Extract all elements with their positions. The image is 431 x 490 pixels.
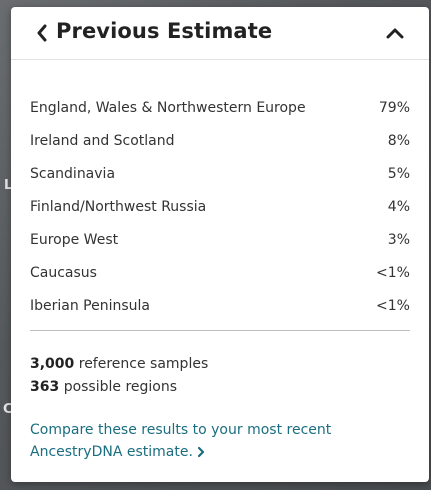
panel-header: Previous Estimate bbox=[11, 7, 429, 60]
back-button[interactable] bbox=[33, 21, 51, 45]
compare-link-text: Compare these results to your most recen… bbox=[30, 422, 332, 460]
region-name: Europe West bbox=[30, 231, 119, 248]
list-item: Scandinavia 5% bbox=[30, 157, 410, 190]
list-item: Finland/Northwest Russia 4% bbox=[30, 190, 410, 223]
list-item: Europe West 3% bbox=[30, 223, 410, 256]
stats-block: 3,000 reference samples 363 possible reg… bbox=[30, 353, 208, 399]
region-percent: <1% bbox=[376, 264, 410, 281]
region-list: England, Wales & Northwestern Europe 79%… bbox=[30, 91, 410, 322]
region-percent: 5% bbox=[387, 165, 410, 182]
panel-title: Previous Estimate bbox=[56, 19, 273, 43]
regions-count: 363 bbox=[30, 379, 60, 395]
region-percent: 3% bbox=[387, 231, 410, 248]
list-item: Caucasus <1% bbox=[30, 256, 410, 289]
previous-estimate-panel: Previous Estimate England, Wales & North… bbox=[11, 7, 429, 482]
region-name: Finland/Northwest Russia bbox=[30, 198, 207, 215]
divider bbox=[30, 330, 410, 331]
region-name: Scandinavia bbox=[30, 165, 116, 182]
list-item: Ireland and Scotland 8% bbox=[30, 124, 410, 157]
chevron-left-icon bbox=[37, 24, 47, 42]
chevron-up-icon bbox=[386, 28, 404, 39]
reference-count: 3,000 bbox=[30, 356, 75, 372]
compare-link[interactable]: Compare these results to your most recen… bbox=[30, 419, 415, 465]
possible-regions-stat: 363 possible regions bbox=[30, 376, 208, 399]
region-name: Caucasus bbox=[30, 264, 97, 281]
list-item: England, Wales & Northwestern Europe 79% bbox=[30, 91, 410, 124]
region-percent: <1% bbox=[376, 297, 410, 314]
region-percent: 4% bbox=[387, 198, 410, 215]
list-item: Iberian Peninsula <1% bbox=[30, 289, 410, 322]
region-percent: 79% bbox=[378, 99, 410, 116]
region-name: Ireland and Scotland bbox=[30, 132, 175, 149]
region-name: Iberian Peninsula bbox=[30, 297, 151, 314]
region-name: England, Wales & Northwestern Europe bbox=[30, 99, 306, 116]
collapse-button[interactable] bbox=[385, 23, 405, 43]
chevron-right-icon bbox=[197, 443, 205, 465]
reference-label: reference samples bbox=[78, 356, 209, 372]
regions-label: possible regions bbox=[63, 379, 178, 395]
region-percent: 8% bbox=[387, 132, 410, 149]
reference-samples-stat: 3,000 reference samples bbox=[30, 353, 208, 376]
